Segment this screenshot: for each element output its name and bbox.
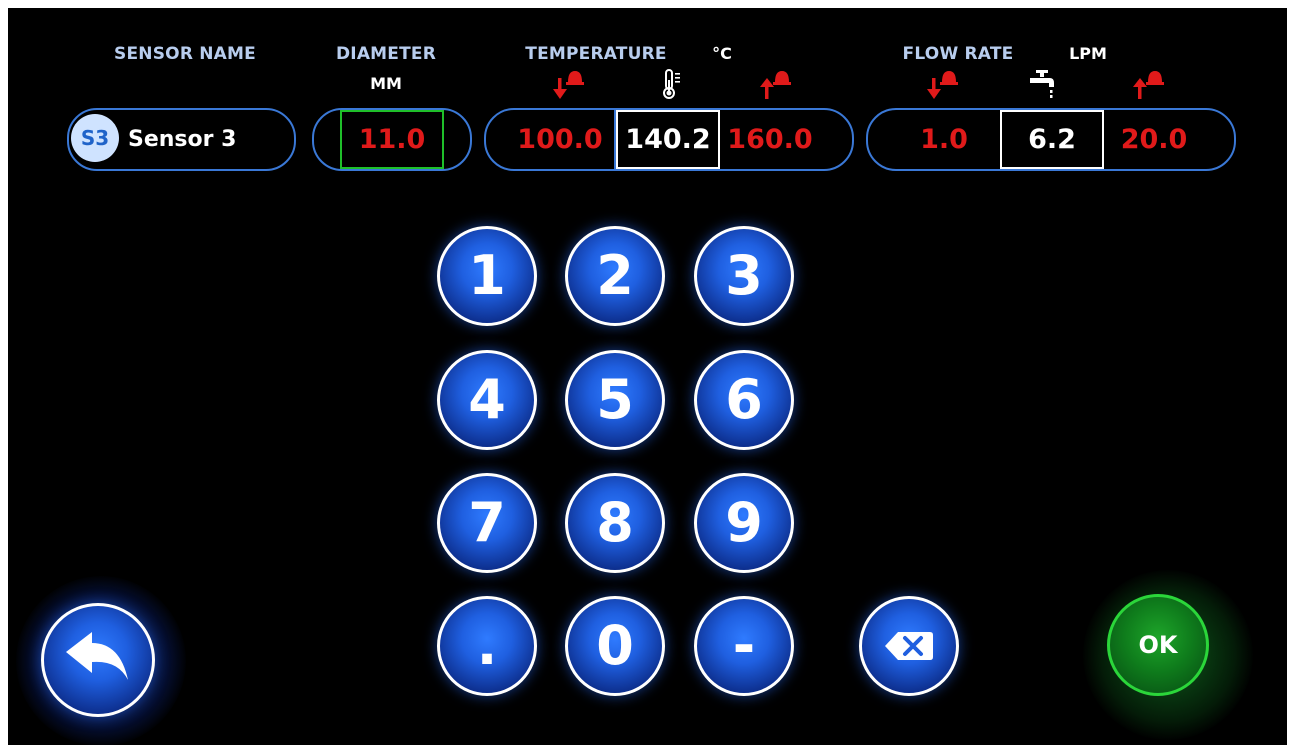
flow-rate-high-alarm[interactable]: 20.0	[1104, 110, 1204, 169]
header-flow-rate: FLOW RATE	[902, 44, 1014, 64]
sensor-name-field[interactable]: S3 Sensor 3	[67, 108, 296, 171]
diameter-value[interactable]: 11.0	[340, 110, 444, 169]
key-6[interactable]: 6	[694, 350, 794, 450]
key-7[interactable]: 7	[437, 473, 537, 573]
arrow-down-alarm-icon	[551, 68, 585, 100]
key-2-label: 2	[596, 244, 634, 307]
key-8[interactable]: 8	[565, 473, 665, 573]
flow-rate-low-alarm[interactable]: 1.0	[888, 110, 1000, 169]
sensor-badge: S3	[71, 114, 119, 162]
key-0-label: 0	[596, 614, 634, 677]
thermometer-icon	[656, 68, 690, 100]
key-decimal-label: .	[476, 614, 498, 677]
key-3[interactable]: 3	[694, 226, 794, 326]
key-7-label: 7	[468, 491, 506, 554]
sensor-name-text: Sensor 3	[128, 127, 237, 152]
back-button[interactable]	[41, 603, 155, 717]
key-8-label: 8	[596, 491, 634, 554]
faucet-icon	[1026, 68, 1060, 100]
key-4-label: 4	[468, 368, 506, 431]
header-diameter: DIAMETER	[335, 44, 437, 64]
arrow-down-alarm-icon	[925, 68, 959, 100]
key-9-label: 9	[725, 491, 763, 554]
diameter-field[interactable]: 11.0	[312, 108, 472, 171]
arrow-up-alarm-icon	[1131, 68, 1165, 100]
temperature-unit: °C	[712, 44, 732, 63]
key-9[interactable]: 9	[694, 473, 794, 573]
key-minus[interactable]: -	[694, 596, 794, 696]
key-minus-label: -	[732, 614, 756, 677]
key-3-label: 3	[725, 244, 763, 307]
temperature-current: 140.2	[616, 110, 720, 169]
arrow-up-alarm-icon	[758, 68, 792, 100]
key-6-label: 6	[725, 368, 763, 431]
key-4[interactable]: 4	[437, 350, 537, 450]
temperature-low-alarm[interactable]: 100.0	[506, 110, 616, 169]
ok-button[interactable]: OK	[1107, 594, 1209, 696]
header-temperature: TEMPERATURE	[525, 44, 667, 64]
backspace-button[interactable]	[859, 596, 959, 696]
key-5-label: 5	[596, 368, 634, 431]
flow-rate-current: 6.2	[1000, 110, 1104, 169]
key-2[interactable]: 2	[565, 226, 665, 326]
ok-label: OK	[1138, 631, 1178, 659]
diameter-unit: MM	[370, 74, 402, 93]
key-5[interactable]: 5	[565, 350, 665, 450]
key-decimal[interactable]: .	[437, 596, 537, 696]
key-0[interactable]: 0	[565, 596, 665, 696]
screen: SENSOR NAME DIAMETER MM TEMPERATURE °C F…	[8, 8, 1287, 745]
key-1[interactable]: 1	[437, 226, 537, 326]
header-sensor-name: SENSOR NAME	[114, 44, 256, 64]
flow-rate-field: 1.0 6.2 20.0	[866, 108, 1236, 171]
key-1-label: 1	[468, 244, 506, 307]
temperature-high-alarm[interactable]: 160.0	[720, 110, 820, 169]
back-arrow-icon	[66, 632, 128, 680]
temperature-field: 100.0 140.2 160.0	[484, 108, 854, 171]
backspace-icon	[885, 632, 933, 660]
flow-rate-unit: LPM	[1069, 44, 1107, 63]
